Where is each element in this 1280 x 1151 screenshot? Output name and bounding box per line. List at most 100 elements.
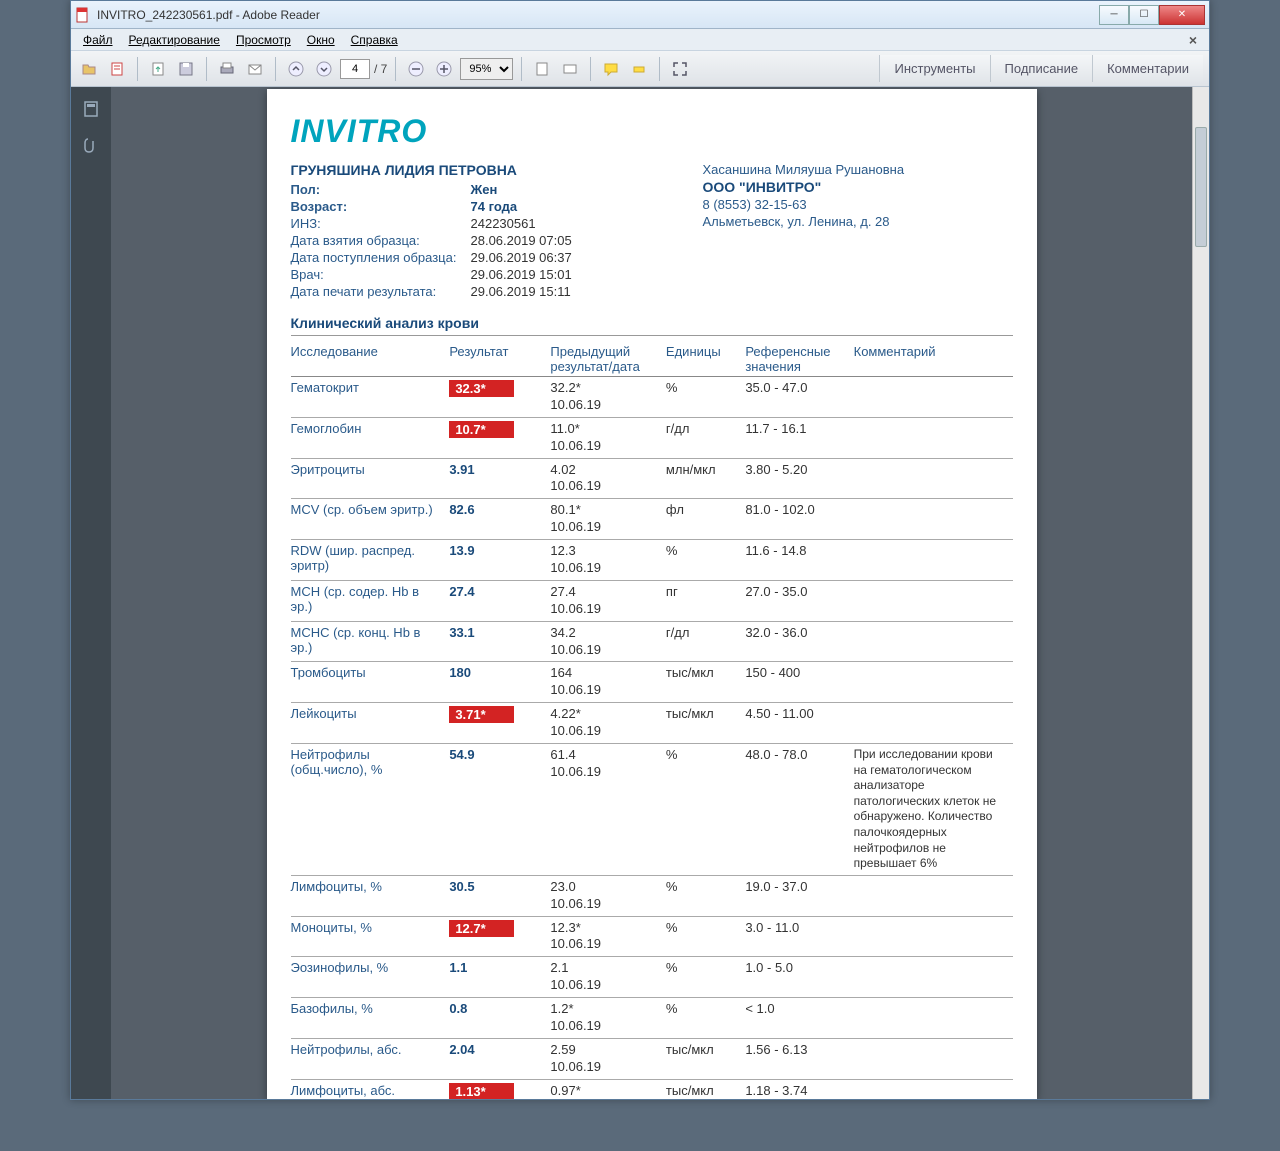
results-table: Исследование Результат Предыдущий резуль… [291,340,1013,1099]
cell-result: 82.6 [449,499,550,540]
table-row: MCHC (ср. конц. Hb в эр.)33.134.210.06.1… [291,621,1013,662]
close-document-button[interactable]: × [1181,32,1205,48]
comment-icon[interactable] [599,57,623,81]
cell-prev: 32.2*10.06.19 [550,377,666,418]
pdf-icon [75,7,91,23]
menu-help[interactable]: Справка [343,31,406,49]
cell-result: 54.9 [449,744,550,876]
save-icon[interactable] [174,57,198,81]
cell-units: % [666,377,745,418]
attachments-icon[interactable] [77,131,105,159]
cell-units: % [666,998,745,1039]
age-value: 74 года [471,199,518,214]
cell-prev: 1.2*10.06.19 [550,998,666,1039]
cell-comment [854,662,1013,703]
thumbnails-icon[interactable] [77,95,105,123]
cell-prev: 11.0*10.06.19 [550,417,666,458]
table-row: Тромбоциты18016410.06.19тыс/мкл150 - 400 [291,662,1013,703]
doctor-value: 29.06.2019 15:01 [471,267,572,282]
pdf-page: INVITRO ГРУНЯШИНА ЛИДИЯ ПЕТРОВНА Пол:Жен… [267,89,1037,1099]
sample-received-label: Дата поступления образца: [291,250,471,265]
table-row: Эозинофилы, %1.12.110.06.19%1.0 - 5.0 [291,957,1013,998]
zoom-select[interactable]: 95% [460,58,513,80]
cell-name: Гематокрит [291,377,450,418]
comments-pane-button[interactable]: Комментарии [1092,55,1203,82]
cell-name: Лимфоциты, абс. [291,1079,450,1099]
cell-result: 1.1 [449,957,550,998]
maximize-button[interactable]: ☐ [1129,5,1159,25]
cell-comment [854,458,1013,499]
minimize-button[interactable]: ─ [1099,5,1129,25]
table-row: Моноциты, %12.7*12.3*10.06.19%3.0 - 11.0 [291,916,1013,957]
cell-ref: 150 - 400 [745,662,853,703]
export-icon[interactable] [146,57,170,81]
cell-units: % [666,540,745,581]
cell-comment [854,1038,1013,1079]
print-label: Дата печати результата: [291,284,471,299]
cell-units: пг [666,580,745,621]
app-window: INVITRO_242230561.pdf - Adobe Reader ─ ☐… [70,0,1210,1100]
email-icon[interactable] [243,57,267,81]
cell-comment [854,875,1013,916]
tools-pane-button[interactable]: Инструменты [879,55,989,82]
table-row: Гематокрит32.3*32.2*10.06.19%35.0 - 47.0 [291,377,1013,418]
cell-units: % [666,875,745,916]
cell-ref: 19.0 - 37.0 [745,875,853,916]
print-icon[interactable] [215,57,239,81]
table-row: MCV (ср. объем эритр.)82.680.1*10.06.19ф… [291,499,1013,540]
cell-units: % [666,916,745,957]
menu-window[interactable]: Окно [299,31,343,49]
scrollbar-thumb[interactable] [1195,127,1207,247]
menubar: Файл Редактирование Просмотр Окно Справк… [71,29,1209,51]
cell-units: г/дл [666,621,745,662]
titlebar: INVITRO_242230561.pdf - Adobe Reader ─ ☐… [71,1,1209,29]
menu-file[interactable]: Файл [75,31,121,49]
cell-result: 27.4 [449,580,550,621]
cell-units: тыс/мкл [666,1079,745,1099]
th-ref: Референсные значения [745,340,853,377]
menu-view[interactable]: Просмотр [228,31,299,49]
cell-result: 180 [449,662,550,703]
cell-comment [854,621,1013,662]
cell-prev: 23.010.06.19 [550,875,666,916]
page-down-icon[interactable] [312,57,336,81]
table-row: Лимфоциты, %30.523.010.06.19%19.0 - 37.0 [291,875,1013,916]
cell-units: % [666,957,745,998]
cell-name: MCV (ср. объем эритр.) [291,499,450,540]
zoom-out-icon[interactable] [404,57,428,81]
fit-page-icon[interactable] [530,57,554,81]
cell-comment [854,1079,1013,1099]
provider-phone: 8 (8553) 32-15-63 [703,197,1013,212]
pdf-viewer[interactable]: INVITRO ГРУНЯШИНА ЛИДИЯ ПЕТРОВНА Пол:Жен… [111,87,1192,1099]
table-row: RDW (шир. распред. эритр)13.912.310.06.1… [291,540,1013,581]
table-row: Базофилы, %0.81.2*10.06.19%< 1.0 [291,998,1013,1039]
open-icon[interactable] [77,57,101,81]
fit-width-icon[interactable] [558,57,582,81]
cell-prev: 12.310.06.19 [550,540,666,581]
th-result: Результат [449,340,550,377]
zoom-in-icon[interactable] [432,57,456,81]
cell-comment [854,499,1013,540]
close-button[interactable]: ✕ [1159,5,1205,25]
create-pdf-icon[interactable] [105,57,129,81]
page-up-icon[interactable] [284,57,308,81]
cell-result: 12.7* [449,916,550,957]
provider-address: Альметьевск, ул. Ленина, д. 28 [703,214,1013,229]
cell-comment [854,957,1013,998]
highlight-icon[interactable] [627,57,651,81]
sample-taken-label: Дата взятия образца: [291,233,471,248]
fullscreen-icon[interactable] [668,57,692,81]
cell-ref: 81.0 - 102.0 [745,499,853,540]
sign-pane-button[interactable]: Подписание [990,55,1093,82]
section-title: Клинический анализ крови [291,315,1013,336]
cell-prev: 27.410.06.19 [550,580,666,621]
page-indicator: / 7 [340,59,387,79]
cell-units: тыс/мкл [666,703,745,744]
provider-company: ООО "ИНВИТРО" [703,179,1013,195]
vertical-scrollbar[interactable] [1192,87,1209,1099]
page-input[interactable] [340,59,370,79]
sample-received-value: 29.06.2019 06:37 [471,250,572,265]
toolbar: / 7 95% Инструменты Подписание Комментар… [71,51,1209,87]
th-comment: Комментарий [854,340,1013,377]
menu-edit[interactable]: Редактирование [121,31,228,49]
